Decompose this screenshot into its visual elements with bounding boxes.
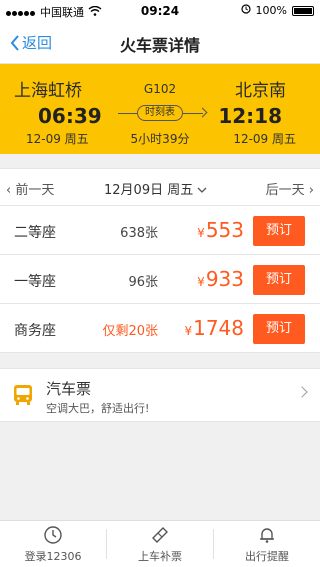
seat-row-second-class: 二等座 638张 ¥553 预订 [0, 206, 320, 255]
train-summary: 上海虹桥 北京南 06:39 12:18 12-09 周五 12-09 周五 G… [0, 64, 320, 154]
page-title: 火车票详情 [119, 36, 200, 55]
seat-list: 二等座 638张 ¥553 预订 一等座 96张 ¥933 预订 商务座 仅剩2… [0, 206, 320, 353]
book-button[interactable]: 预订 [253, 265, 305, 295]
price-value: 553 [205, 218, 244, 242]
seat-count: 638张 [120, 226, 158, 241]
bus-icon [14, 385, 32, 405]
chevron-right-icon: › [308, 183, 314, 198]
seat-price: ¥933 [197, 267, 244, 291]
currency-symbol: ¥ [197, 275, 205, 289]
price-value: 1748 [193, 316, 244, 340]
departure-time: 06:39 [38, 104, 102, 128]
currency-symbol: ¥ [184, 324, 193, 338]
seat-price: ¥1748 [184, 316, 244, 340]
tab-ticket-supplement[interactable]: 上车补票 [107, 525, 213, 564]
arrival-time: 12:18 [218, 104, 282, 128]
status-right: 100% [240, 4, 314, 17]
seat-count: 仅剩20张 [102, 324, 158, 339]
book-button[interactable]: 预订 [253, 314, 305, 344]
arrow-right-icon [197, 107, 208, 118]
chevron-down-icon [197, 187, 207, 193]
route-line-left [118, 113, 137, 114]
train-number: G102 [143, 82, 177, 96]
book-button[interactable]: 预订 [253, 216, 305, 246]
tab-label: 出行提醒 [245, 550, 289, 563]
seat-price: ¥553 [197, 218, 244, 242]
tab-label: 上车补票 [138, 550, 182, 563]
currency-symbol: ¥ [197, 226, 205, 240]
seat-row-business-class: 商务座 仅剩20张 ¥1748 预订 [0, 304, 320, 353]
tab-travel-reminder[interactable]: 出行提醒 [214, 525, 320, 564]
schedule-button[interactable]: 时刻表 [137, 105, 183, 121]
current-date-label: 12月09日 周五 [104, 183, 194, 198]
price-value: 933 [205, 267, 244, 291]
battery-icon [292, 5, 314, 16]
bus-title: 汽车票 [46, 380, 92, 398]
seat-name: 二等座 [14, 225, 56, 241]
bell-icon [260, 528, 274, 543]
status-bar: 中国联通 09:24 100% [0, 0, 320, 22]
tab-login-12306[interactable]: 登录12306 [0, 525, 106, 564]
date-selector: ‹ 前一天 12月09日 周五 后一天 › [0, 168, 320, 206]
current-date-dropdown[interactable]: 12月09日 周五 [104, 179, 207, 198]
ticket-icon [152, 527, 168, 543]
chevron-left-icon: ‹ [6, 183, 12, 198]
trip-duration: 5小时39分 [130, 132, 190, 146]
next-day-label: 后一天 [265, 183, 305, 198]
seat-name: 商务座 [14, 323, 56, 339]
next-day-button[interactable]: 后一天 › [266, 179, 314, 198]
seat-count: 96张 [128, 275, 158, 290]
prev-day-label: 前一天 [15, 183, 55, 198]
battery-percent: 100% [255, 4, 287, 17]
tab-label: 登录12306 [24, 550, 82, 563]
tab-bar: 登录12306 上车补票 出行提醒 [0, 520, 320, 567]
clock-icon [44, 526, 62, 544]
bus-subtitle: 空调大巴，舒适出行! [46, 402, 150, 415]
alarm-icon [240, 4, 251, 17]
nav-bar: 返回 火车票详情 [0, 22, 320, 64]
bus-ticket-entry[interactable]: 汽车票 空调大巴，舒适出行! [0, 368, 320, 422]
chevron-right-icon [296, 386, 308, 398]
prev-day-button[interactable]: ‹ 前一天 [6, 179, 54, 198]
seat-name: 一等座 [14, 274, 56, 290]
seat-row-first-class: 一等座 96张 ¥933 预订 [0, 255, 320, 304]
